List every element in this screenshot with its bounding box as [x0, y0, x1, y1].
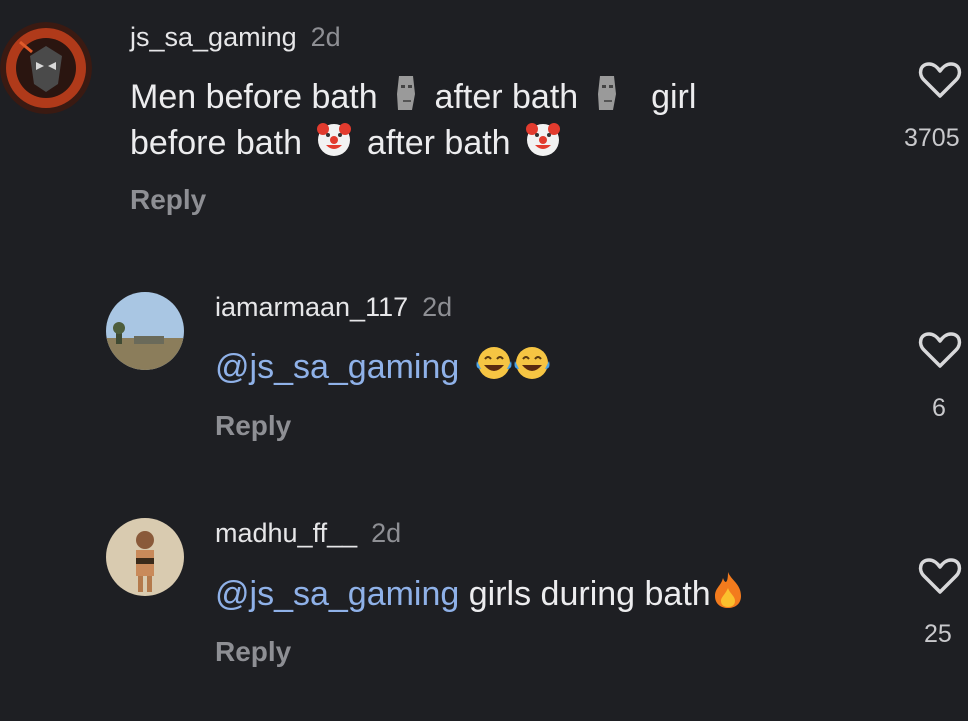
text-part: girls during bath [468, 574, 711, 613]
like-count: 25 [924, 620, 952, 648]
moai-emoji-icon [391, 74, 421, 124]
comment-username[interactable]: iamarmaan_117 2d [215, 292, 452, 323]
avatar[interactable] [106, 518, 184, 596]
fire-emoji-icon [711, 570, 745, 622]
clown-emoji-icon [315, 120, 353, 170]
username-text[interactable]: js_sa_gaming [130, 22, 297, 52]
text-part: girl [651, 78, 697, 116]
like-count: 3705 [904, 124, 960, 152]
comment-text: @js_sa_gaming [215, 344, 555, 393]
text-part: after bath [366, 124, 511, 162]
comment-username[interactable]: js_sa_gaming 2d [130, 22, 341, 53]
heart-icon[interactable] [918, 556, 962, 596]
like-button[interactable] [918, 330, 962, 375]
laughing-tears-emoji-icon [475, 345, 513, 393]
comment-text: Men before bath after bath girl [130, 74, 696, 124]
comment-text-line-2: before bath after bath [130, 120, 566, 170]
like-button[interactable] [918, 60, 962, 105]
avatar[interactable] [106, 292, 184, 370]
heart-icon[interactable] [918, 330, 962, 370]
comment-text: @js_sa_gaming girls during bath [215, 570, 749, 622]
reply-button[interactable]: Reply [130, 184, 206, 216]
comment-time: 2d [310, 22, 341, 52]
moai-emoji-icon [592, 74, 622, 124]
username-text[interactable]: iamarmaan_117 [215, 292, 408, 322]
comment-time: 2d [371, 518, 402, 548]
mention-link[interactable]: @js_sa_gaming [215, 348, 459, 386]
text-part: before bath [130, 124, 303, 162]
comments-screen: js_sa_gaming 2d Men before bath after bat… [0, 0, 968, 721]
clown-emoji-icon [524, 120, 562, 170]
reply-button[interactable]: Reply [215, 410, 291, 442]
like-count: 6 [932, 394, 946, 422]
text-part: after bath [434, 78, 579, 116]
mention-link[interactable]: @js_sa_gaming [215, 575, 459, 613]
heart-icon[interactable] [918, 60, 962, 100]
avatar[interactable] [0, 22, 92, 114]
comment-time: 2d [422, 292, 453, 322]
like-button[interactable] [918, 556, 962, 601]
laughing-tears-emoji-icon [513, 345, 551, 393]
text-part: Men before bath [130, 78, 378, 116]
reply-button[interactable]: Reply [215, 636, 291, 668]
comment-username[interactable]: madhu_ff__ 2d [215, 518, 401, 549]
username-text[interactable]: madhu_ff__ [215, 518, 357, 548]
